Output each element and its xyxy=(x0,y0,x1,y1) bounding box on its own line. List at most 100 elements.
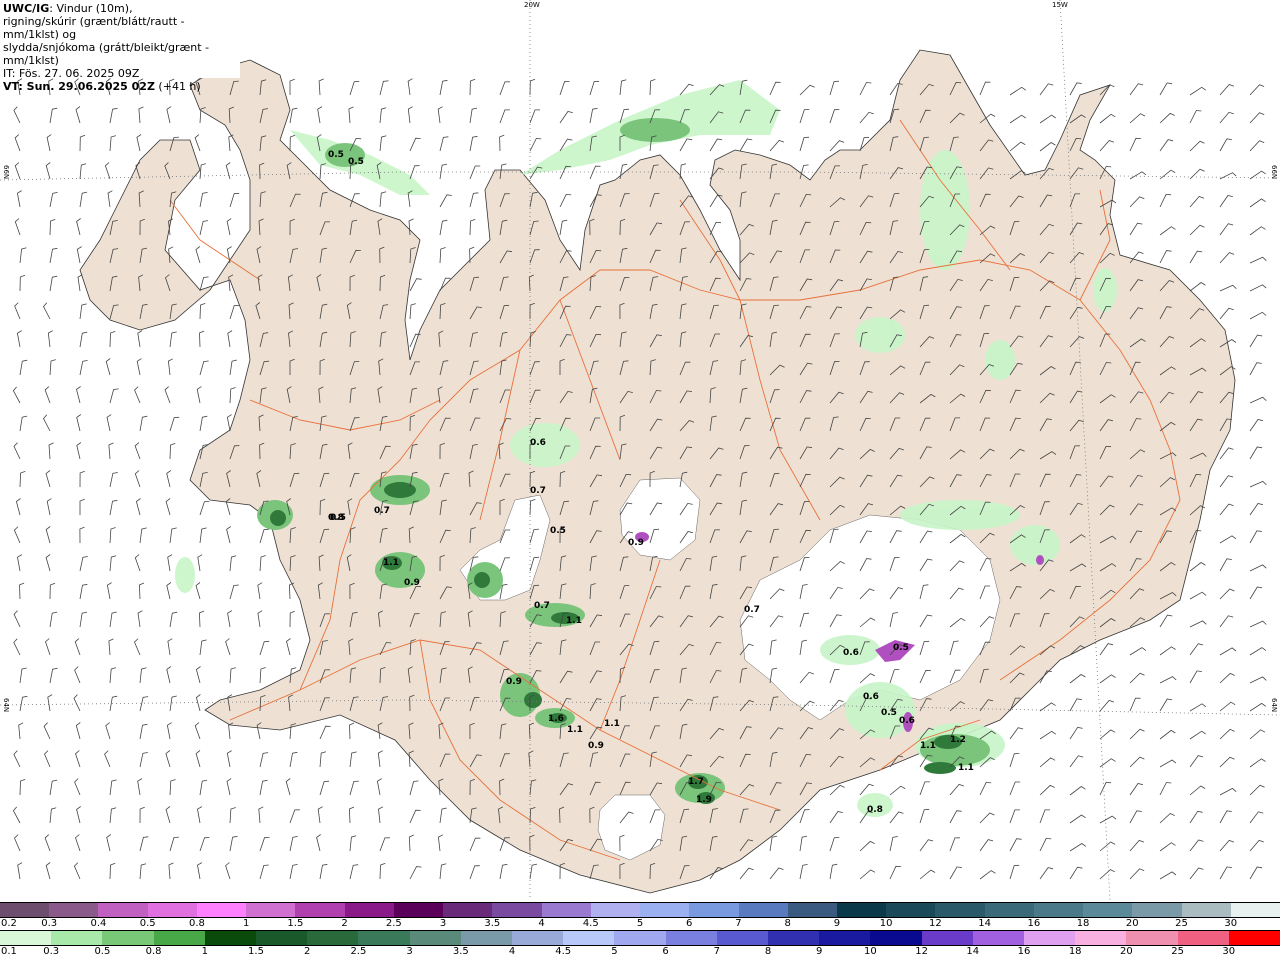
legend-swatch xyxy=(153,931,205,945)
legend-label: 0.1 xyxy=(1,946,17,957)
legend-label: 3 xyxy=(439,918,447,929)
legend-swatch xyxy=(689,903,739,917)
precip-value-label: 0.8 xyxy=(867,805,883,815)
legend-swatch xyxy=(738,903,788,917)
legend-swatch xyxy=(460,931,513,945)
precip-value-label: 1.2 xyxy=(950,735,966,745)
map-area[interactable]: 0.5 0.5 0.6 0.7 0.5 0.9 0.5 0.8 0.7 1.1 0.9 0.7 1.1 0… xyxy=(0,0,1280,900)
legend-label: 25 xyxy=(1175,918,1188,929)
lat-label-66n-right: 66N xyxy=(1270,165,1278,180)
legend-label: 18 xyxy=(1068,946,1082,957)
precip-value-label: 1.1 xyxy=(920,741,936,751)
legend-swatch xyxy=(51,931,103,945)
legend-swatch xyxy=(307,931,359,945)
legend-label: 7 xyxy=(713,946,720,957)
legend-label: 4 xyxy=(538,918,545,929)
legend-label: 2 xyxy=(304,946,311,957)
valid-time: VT: Sun. 29.06.2025 02Z xyxy=(3,80,155,93)
legend-swatch xyxy=(0,903,50,917)
legend-label: 25 xyxy=(1171,946,1184,957)
description-line-2: rigning/skúrir (grænt/blátt/rautt - mm/1… xyxy=(3,15,185,41)
precip-value-label: 1.1 xyxy=(958,763,974,773)
precip-value-label: 1.1 xyxy=(604,719,620,729)
legend-label: 9 xyxy=(833,918,841,929)
legend-swatch xyxy=(0,931,52,945)
lon-label-20w: 20W xyxy=(524,1,540,9)
legend-label: 4.5 xyxy=(582,918,599,929)
legend-label: 4.5 xyxy=(555,946,572,957)
legend-swatch xyxy=(590,903,641,917)
legend-label: 12 xyxy=(915,946,928,957)
legend-label: 3 xyxy=(406,946,413,957)
snow-legend-labels: 0.2 0.3 0.4 0.5 0.8 1 1.5 2 2.5 3 3.5 4 4.5 5 6 7 8 9 10 12… xyxy=(0,918,1280,930)
legend-label: 4 xyxy=(508,946,516,957)
legend-label: 6 xyxy=(662,946,669,957)
legend-swatch xyxy=(393,903,444,917)
rain-color-bar xyxy=(0,930,1280,946)
product-name: UWC/IG xyxy=(3,2,50,15)
legend-swatch xyxy=(819,931,871,945)
precip-value-label: 0.6 xyxy=(863,692,879,702)
product-description: : Vindur (10m), xyxy=(49,2,133,15)
legend-swatch xyxy=(870,931,922,945)
legend-label: 10 xyxy=(879,918,893,929)
legend-label: 7 xyxy=(735,918,742,929)
legend-label: 14 xyxy=(978,918,991,929)
legend-label: 5 xyxy=(611,946,618,957)
precip-value-label: 0.7 xyxy=(534,601,550,611)
legend-label: 0.8 xyxy=(145,946,162,957)
legend-swatch xyxy=(716,931,769,945)
legend-label: 2.5 xyxy=(350,946,367,957)
precip-value-label: 1.1 xyxy=(566,616,582,626)
legend-label: 6 xyxy=(686,918,693,929)
legend-label: 3.5 xyxy=(452,946,469,957)
precip-value-label: 1.6 xyxy=(548,714,564,724)
legend-label: 1.5 xyxy=(248,946,264,957)
legend-swatch xyxy=(1181,903,1231,917)
precip-value-label: 0.7 xyxy=(744,605,760,615)
legend-swatch xyxy=(1126,931,1178,945)
legend-swatch xyxy=(972,931,1025,945)
legend-swatch xyxy=(256,931,308,945)
legend-swatch xyxy=(886,903,936,917)
legend-label: 8 xyxy=(764,946,772,957)
legend-swatch xyxy=(204,931,257,945)
precip-value-label: 0.9 xyxy=(588,741,604,751)
legend-label: 0.8 xyxy=(188,918,205,929)
legend-swatch xyxy=(358,931,410,945)
legend-label: 14 xyxy=(966,946,980,957)
legend-label: 0.5 xyxy=(139,918,156,929)
lead-time: (+41 h) xyxy=(154,80,201,93)
precip-value-label: 0.9 xyxy=(628,538,644,548)
precip-value-label: 0.7 xyxy=(374,506,390,516)
legend-label: 8 xyxy=(784,918,791,929)
precip-value-label: 0.5 xyxy=(550,526,566,536)
legend-swatch xyxy=(768,931,820,945)
legend-swatch xyxy=(102,931,154,945)
map-canvas[interactable]: 0.50.50.60.70.50.90.50.80.71.10.90.71.10… xyxy=(0,0,1280,900)
precip-value-label: 1.1 xyxy=(567,725,583,735)
lat-label-64n-right: 64N xyxy=(1270,698,1278,713)
legend-swatch xyxy=(1024,931,1076,945)
snow-legend: 0.2 0.3 0.4 0.5 0.8 1 1.5 2 2.5 3 3.5 4 4.5 5 6 7 8 9 10 12… xyxy=(0,902,1280,930)
legend-label: 30 xyxy=(1222,946,1236,957)
legend-label: 20 xyxy=(1125,918,1139,929)
precip-value-label: 1.1 xyxy=(383,558,399,568)
legend-label: 9 xyxy=(816,946,823,957)
legend-label: 0.5 xyxy=(94,946,111,957)
lon-label-15w: 15W xyxy=(1052,1,1068,9)
legend-label: 18 xyxy=(1076,918,1090,929)
legend-swatch xyxy=(344,903,394,917)
legend-swatch xyxy=(1075,931,1127,945)
precip-value-label: 0.5 xyxy=(881,708,897,718)
legend-label: 30 xyxy=(1224,918,1238,929)
lat-label-64n-left: 64N xyxy=(2,698,10,713)
legend-label: 1 xyxy=(201,946,208,957)
legend-label: 3.5 xyxy=(484,918,501,929)
legend-swatch xyxy=(295,903,345,917)
rain-legend: 0.1 0.3 0.5 0.8 1 1.5 2 2.5 3 3.5 4 4.5 5 6 7 8 9 10 12 14 1… xyxy=(0,930,1280,958)
legend-swatch xyxy=(614,931,666,945)
precip-value-label: 0.5 xyxy=(893,643,909,653)
legend-swatch xyxy=(246,903,296,917)
precip-value-label: 1.9 xyxy=(696,795,712,805)
